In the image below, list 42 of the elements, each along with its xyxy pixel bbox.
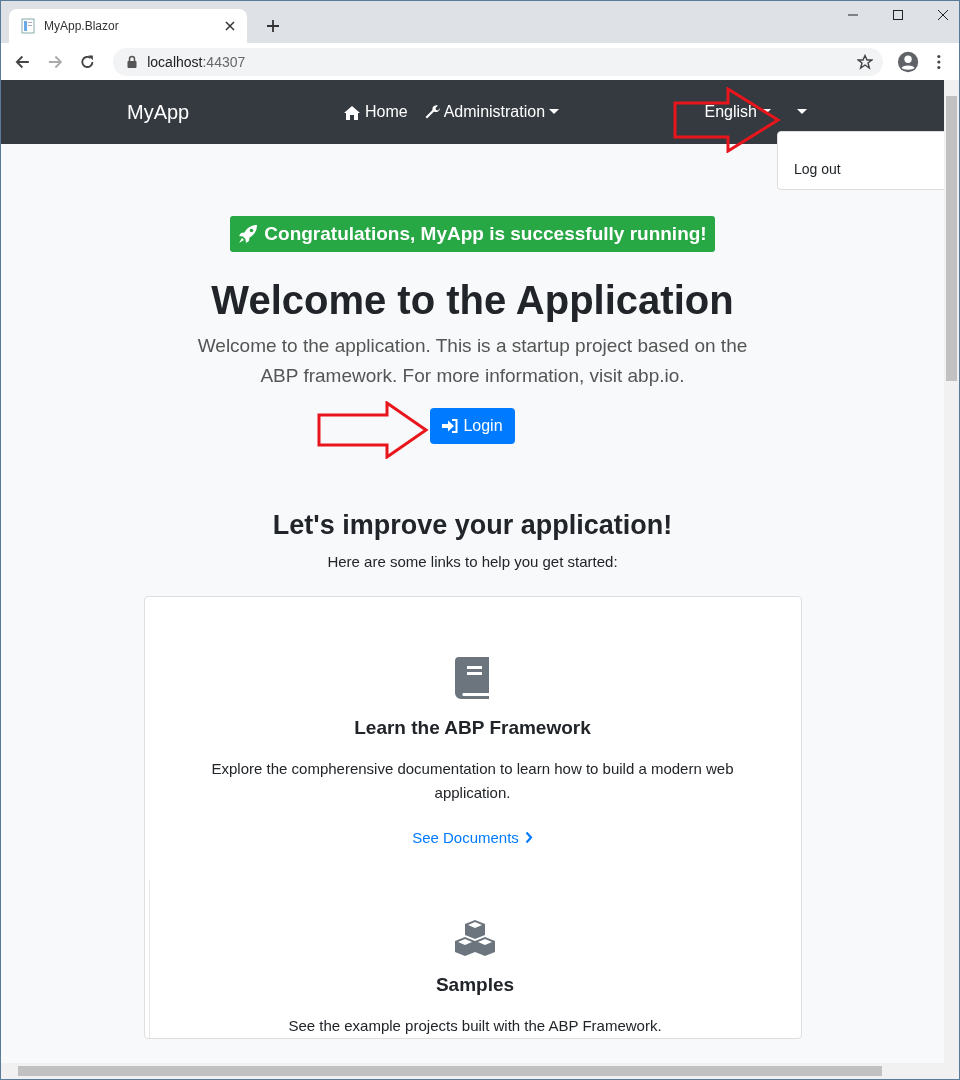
close-icon[interactable] <box>225 21 235 31</box>
login-button[interactable]: Login <box>430 408 515 444</box>
address-text: localhost:44307 <box>147 53 247 70</box>
caret-icon <box>761 109 771 115</box>
profile-icon[interactable] <box>897 49 920 74</box>
maximize-icon[interactable] <box>892 9 904 21</box>
sign-in-icon <box>442 419 459 433</box>
tab-title: MyApp.Blazor <box>44 19 120 33</box>
home-icon <box>343 104 361 120</box>
lock-icon <box>127 55 138 68</box>
back-icon[interactable] <box>15 53 30 70</box>
card-title: Learn the ABP Framework <box>354 717 591 739</box>
horizontal-scrollbar[interactable] <box>1 1063 959 1079</box>
intro-text: Welcome to the application. This is a startup project based on the ABP framework. For more information, visit abp.io. <box>196 334 749 388</box>
chevron-right-icon <box>524 831 533 844</box>
book-icon <box>454 657 491 699</box>
reload-icon[interactable] <box>80 53 96 70</box>
browser-tab[interactable]: MyApp.Blazor <box>9 9 247 43</box>
nav-link[interactable]: Home <box>343 103 408 121</box>
card-title: Samples <box>435 974 515 996</box>
nav-link[interactable]: Administration <box>423 103 560 121</box>
language-dropdown[interactable]: English <box>704 103 771 121</box>
card-text: Explore the compherensive documentation to learn how to build a modern web application. <box>210 759 735 803</box>
section-subheading: Here are some links to help you get started: <box>327 553 618 570</box>
caret-icon[interactable] <box>797 109 807 115</box>
address-bar[interactable]: localhost:44307 <box>113 47 884 76</box>
see-documents-link[interactable]: See Documents <box>412 829 533 846</box>
card-text: See the example projects built with the ABP Framework. <box>287 1016 663 1036</box>
new-tab-icon[interactable] <box>266 19 280 33</box>
star-icon[interactable] <box>857 53 874 70</box>
wrench-icon <box>423 104 440 120</box>
menu-item[interactable]: Log out <box>778 157 944 181</box>
page-title: Welcome to the Application <box>211 278 734 323</box>
brand-link[interactable]: MyApp <box>127 100 343 124</box>
close-icon[interactable] <box>937 9 949 21</box>
rocket-icon <box>238 224 259 244</box>
cubes-icon <box>454 920 496 956</box>
vertical-scrollbar[interactable] <box>944 80 959 1063</box>
section-heading: Let's improve your application! <box>272 510 673 541</box>
page-icon <box>21 18 35 34</box>
banner-text: Congratulations, MyApp is successfully running! <box>264 223 707 245</box>
menu-icon[interactable] <box>937 53 941 70</box>
